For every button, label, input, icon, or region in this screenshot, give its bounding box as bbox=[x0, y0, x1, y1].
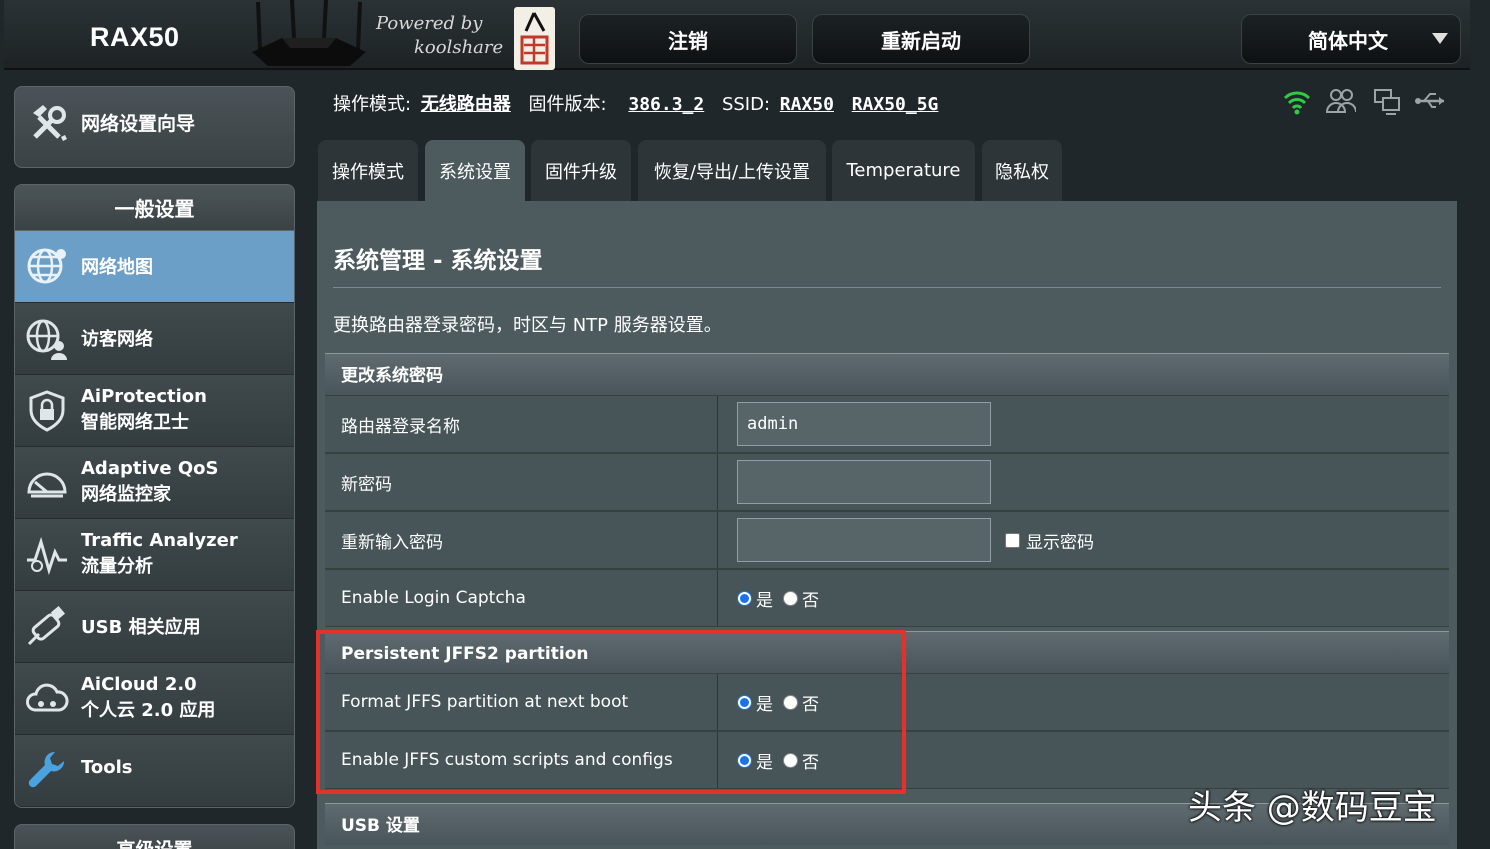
title-divider bbox=[333, 287, 1441, 288]
traffic-pulse-icon bbox=[27, 536, 67, 576]
wifi-icon[interactable] bbox=[1282, 86, 1312, 116]
sidebar-item-usb-apps[interactable]: USB 相关应用 bbox=[15, 591, 294, 663]
router-login-input[interactable]: admin bbox=[737, 402, 991, 446]
nav-label: 访客网络 bbox=[81, 329, 153, 350]
sidebar-item-tools[interactable]: Tools bbox=[15, 735, 294, 807]
quick-setup-label: 网络设置向导 bbox=[81, 113, 196, 135]
router-login-cell: admin bbox=[719, 396, 1449, 452]
highlight-box bbox=[316, 630, 906, 794]
tab-system-settings[interactable]: 系统设置 bbox=[425, 140, 525, 201]
status-line: 操作模式: 无线路由器 固件版本: 386.3_2 SSID: RAX50 RA… bbox=[333, 90, 950, 116]
clients-icon[interactable] bbox=[1326, 86, 1356, 116]
tab-restore-save-upload[interactable]: 恢复/导出/上传设置 bbox=[638, 140, 826, 201]
koolshare-logo bbox=[514, 7, 555, 70]
wrench-icon bbox=[28, 751, 65, 788]
sidebar-item-guest-network[interactable]: 访客网络 bbox=[15, 303, 294, 375]
nav-label: Tools bbox=[81, 757, 133, 778]
new-password-cell bbox=[719, 454, 1449, 510]
captcha-no-label: 否 bbox=[802, 590, 819, 611]
quick-setup-wizard-button[interactable]: 网络设置向导 bbox=[14, 86, 295, 168]
firmware-version-link[interactable]: 386.3_2 bbox=[628, 94, 704, 115]
nav-sublabel: 个人云 2.0 应用 bbox=[81, 700, 216, 721]
logout-button[interactable]: 注销 bbox=[579, 14, 797, 64]
status-icons bbox=[1282, 86, 1452, 116]
nav-label: AiCloud 2.0 bbox=[81, 674, 197, 695]
retype-password-input[interactable] bbox=[737, 518, 991, 562]
nav-label: USB 相关应用 bbox=[81, 617, 201, 638]
router-model: RAX50 bbox=[90, 22, 180, 52]
sidebar-item-network-map[interactable]: 网络地图 bbox=[15, 231, 294, 303]
devices-icon[interactable] bbox=[1372, 86, 1402, 116]
row-new-password: 新密码 bbox=[325, 453, 1449, 511]
powered-line2: koolshare bbox=[414, 37, 504, 58]
sidebar-item-aicloud[interactable]: AiCloud 2.0 个人云 2.0 应用 bbox=[15, 663, 294, 735]
globe-icon bbox=[27, 248, 66, 284]
powered-by-text: Powered by koolshare bbox=[376, 12, 503, 60]
nav-label: 网络地图 bbox=[81, 257, 153, 278]
ssid-label: SSID: bbox=[721, 94, 771, 115]
general-settings-title: 一般设置 bbox=[15, 185, 294, 231]
shield-lock-icon bbox=[29, 390, 65, 432]
cloud-icon bbox=[26, 683, 69, 712]
guest-network-icon bbox=[26, 319, 67, 360]
captcha-no-radio[interactable] bbox=[783, 590, 798, 606]
tab-privacy[interactable]: 隐私权 bbox=[982, 140, 1062, 201]
page-description: 更换路由器登录密码，时区与 NTP 服务器设置。 bbox=[333, 315, 722, 336]
reboot-button[interactable]: 重新启动 bbox=[812, 14, 1030, 64]
row-router-login-name: 路由器登录名称 admin bbox=[325, 395, 1449, 453]
router-image-icon bbox=[252, 0, 366, 66]
top-bar: RAX50 Powered by koolshare 注销 重新启动 简体中文 bbox=[4, 0, 1470, 70]
language-select[interactable]: 简体中文 bbox=[1241, 14, 1461, 64]
retype-password-cell: 显示密码 bbox=[719, 512, 1449, 568]
advanced-settings-menu: 高级设置 bbox=[14, 824, 295, 849]
row-retype-password: 重新输入密码 显示密码 bbox=[325, 511, 1449, 569]
mahjong-tile-icon bbox=[520, 12, 549, 65]
nav-label: AiProtection bbox=[81, 386, 207, 407]
general-settings-menu: 一般设置 网络地图 访客网络 AiProtection 智能网络卫士 Adapt… bbox=[14, 184, 295, 808]
router-login-label: 路由器登录名称 bbox=[325, 396, 718, 452]
captcha-yes-label: 是 bbox=[756, 590, 773, 611]
section-header-password: 更改系统密码 bbox=[325, 353, 1449, 395]
tab-temperature[interactable]: Temperature bbox=[832, 140, 975, 201]
sidebar-item-aiprotection[interactable]: AiProtection 智能网络卫士 bbox=[15, 375, 294, 447]
watermark: 头条 @数码豆宝 bbox=[1188, 788, 1437, 828]
nav-label: Traffic Analyzer bbox=[81, 530, 238, 551]
nav-sublabel: 网络监控家 bbox=[81, 484, 171, 505]
tab-firmware-upgrade[interactable]: 固件升级 bbox=[531, 140, 631, 201]
operation-mode-link[interactable]: 无线路由器 bbox=[421, 94, 511, 115]
nav-sublabel: 智能网络卫士 bbox=[81, 412, 189, 433]
sidebar-item-adaptive-qos[interactable]: Adaptive QoS 网络监控家 bbox=[15, 447, 294, 519]
captcha-yes-radio[interactable] bbox=[737, 590, 752, 606]
powered-line1: Powered by bbox=[376, 13, 483, 34]
retype-password-label: 重新输入密码 bbox=[325, 512, 718, 568]
nav-sublabel: 流量分析 bbox=[81, 556, 153, 577]
show-password-checkbox[interactable] bbox=[1005, 532, 1020, 548]
advanced-settings-title: 高级设置 bbox=[15, 825, 294, 849]
wizard-tools-icon bbox=[33, 105, 67, 141]
new-password-input[interactable] bbox=[737, 460, 991, 504]
ssid-24g-link[interactable]: RAX50 bbox=[780, 94, 834, 115]
page-title: 系统管理 - 系统设置 bbox=[333, 248, 543, 274]
row-login-captcha: Enable Login Captcha 是 否 bbox=[325, 569, 1449, 627]
chevron-down-icon bbox=[1432, 33, 1448, 44]
speedometer-icon bbox=[27, 472, 67, 498]
firmware-label: 固件版本: bbox=[528, 94, 607, 115]
language-value: 简体中文 bbox=[1308, 28, 1388, 53]
captcha-label: Enable Login Captcha bbox=[325, 570, 718, 626]
ssid-5g-link[interactable]: RAX50_5G bbox=[852, 94, 939, 115]
show-password-label: 显示密码 bbox=[1026, 532, 1094, 553]
nav-label: Adaptive QoS bbox=[81, 458, 219, 479]
sidebar-item-traffic-analyzer[interactable]: Traffic Analyzer 流量分析 bbox=[15, 519, 294, 591]
tab-operation-mode[interactable]: 操作模式 bbox=[318, 140, 418, 201]
usb-icon bbox=[27, 605, 66, 646]
new-password-label: 新密码 bbox=[325, 454, 718, 510]
usb-status-icon[interactable] bbox=[1414, 86, 1448, 116]
mode-label: 操作模式: bbox=[333, 94, 412, 115]
captcha-options: 是 否 bbox=[719, 570, 1449, 626]
